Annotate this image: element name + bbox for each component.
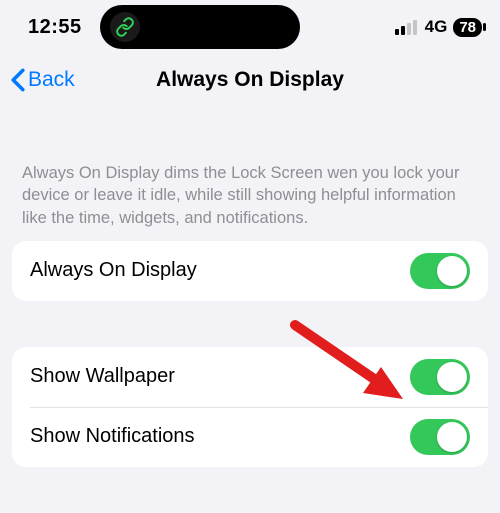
row-show-notifications[interactable]: Show Notifications xyxy=(12,407,488,467)
link-app-icon xyxy=(110,12,140,42)
toggle-show-notifications[interactable] xyxy=(410,419,470,455)
status-right: 4G 78 xyxy=(395,17,482,37)
back-label: Back xyxy=(28,68,75,92)
row-show-wallpaper[interactable]: Show Wallpaper xyxy=(12,347,488,407)
back-button[interactable]: Back xyxy=(10,68,75,92)
status-time: 12:55 xyxy=(28,16,82,39)
signal-icon xyxy=(395,20,417,35)
toggle-always-on-display[interactable] xyxy=(410,253,470,289)
settings-group-main: Always On Display xyxy=(12,241,488,301)
chevron-left-icon xyxy=(10,68,26,92)
battery-indicator: 78 xyxy=(453,18,482,37)
settings-group-options: Show Wallpaper Show Notifications xyxy=(12,347,488,467)
row-label: Show Wallpaper xyxy=(30,365,175,388)
page-title: Always On Display xyxy=(0,68,500,92)
nav-bar: Back Always On Display xyxy=(0,54,500,106)
row-label: Always On Display xyxy=(30,259,197,282)
row-label: Show Notifications xyxy=(30,425,195,448)
row-always-on-display[interactable]: Always On Display xyxy=(12,241,488,301)
status-bar: 12:55 4G 78 xyxy=(0,0,500,54)
section-description: Always On Display dims the Lock Screen w… xyxy=(22,162,478,229)
toggle-show-wallpaper[interactable] xyxy=(410,359,470,395)
network-type: 4G xyxy=(425,17,448,37)
dynamic-island xyxy=(100,5,300,49)
